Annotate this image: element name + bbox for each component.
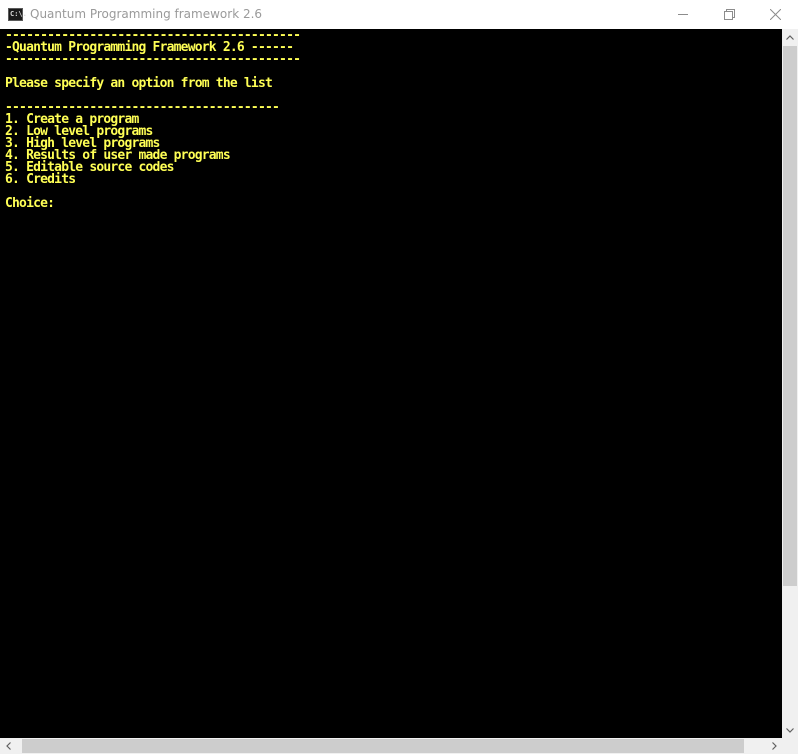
title-bar[interactable]: C:\. Quantum Programming framework 2.6 xyxy=(0,0,798,29)
close-icon xyxy=(769,9,781,20)
scrollbar-corner xyxy=(782,738,798,754)
close-button[interactable] xyxy=(752,0,798,29)
console-icon[interactable]: C:\. xyxy=(8,8,27,21)
chevron-left-icon xyxy=(5,742,11,750)
console-output: ----------------------------------------… xyxy=(5,29,301,211)
minimize-button[interactable] xyxy=(660,0,706,29)
chevron-right-icon xyxy=(771,742,777,750)
scroll-down-button[interactable] xyxy=(782,722,798,738)
vertical-scrollbar[interactable] xyxy=(782,29,798,738)
chevron-down-icon xyxy=(786,727,794,733)
chevron-up-icon xyxy=(786,34,794,40)
vertical-scroll-thumb[interactable] xyxy=(783,46,797,586)
restore-icon xyxy=(723,9,735,20)
restore-button[interactable] xyxy=(706,0,752,29)
console-icon-label: C:\. xyxy=(10,10,27,18)
console-area[interactable]: ----------------------------------------… xyxy=(0,29,782,738)
horizontal-scrollbar[interactable] xyxy=(0,738,782,754)
horizontal-scroll-thumb[interactable] xyxy=(22,739,744,753)
scroll-up-button[interactable] xyxy=(782,29,798,45)
scroll-right-button[interactable] xyxy=(766,738,782,754)
scroll-left-button[interactable] xyxy=(0,738,16,754)
prompt-instruction: Please specify an option from the list xyxy=(5,76,273,91)
minimize-icon xyxy=(677,14,688,15)
menu-option-6: 6. Credits xyxy=(5,172,76,187)
window-title: Quantum Programming framework 2.6 xyxy=(30,7,263,21)
choice-prompt[interactable]: Choice: xyxy=(5,196,55,211)
separator-line: ----------------------------------------… xyxy=(5,52,301,67)
